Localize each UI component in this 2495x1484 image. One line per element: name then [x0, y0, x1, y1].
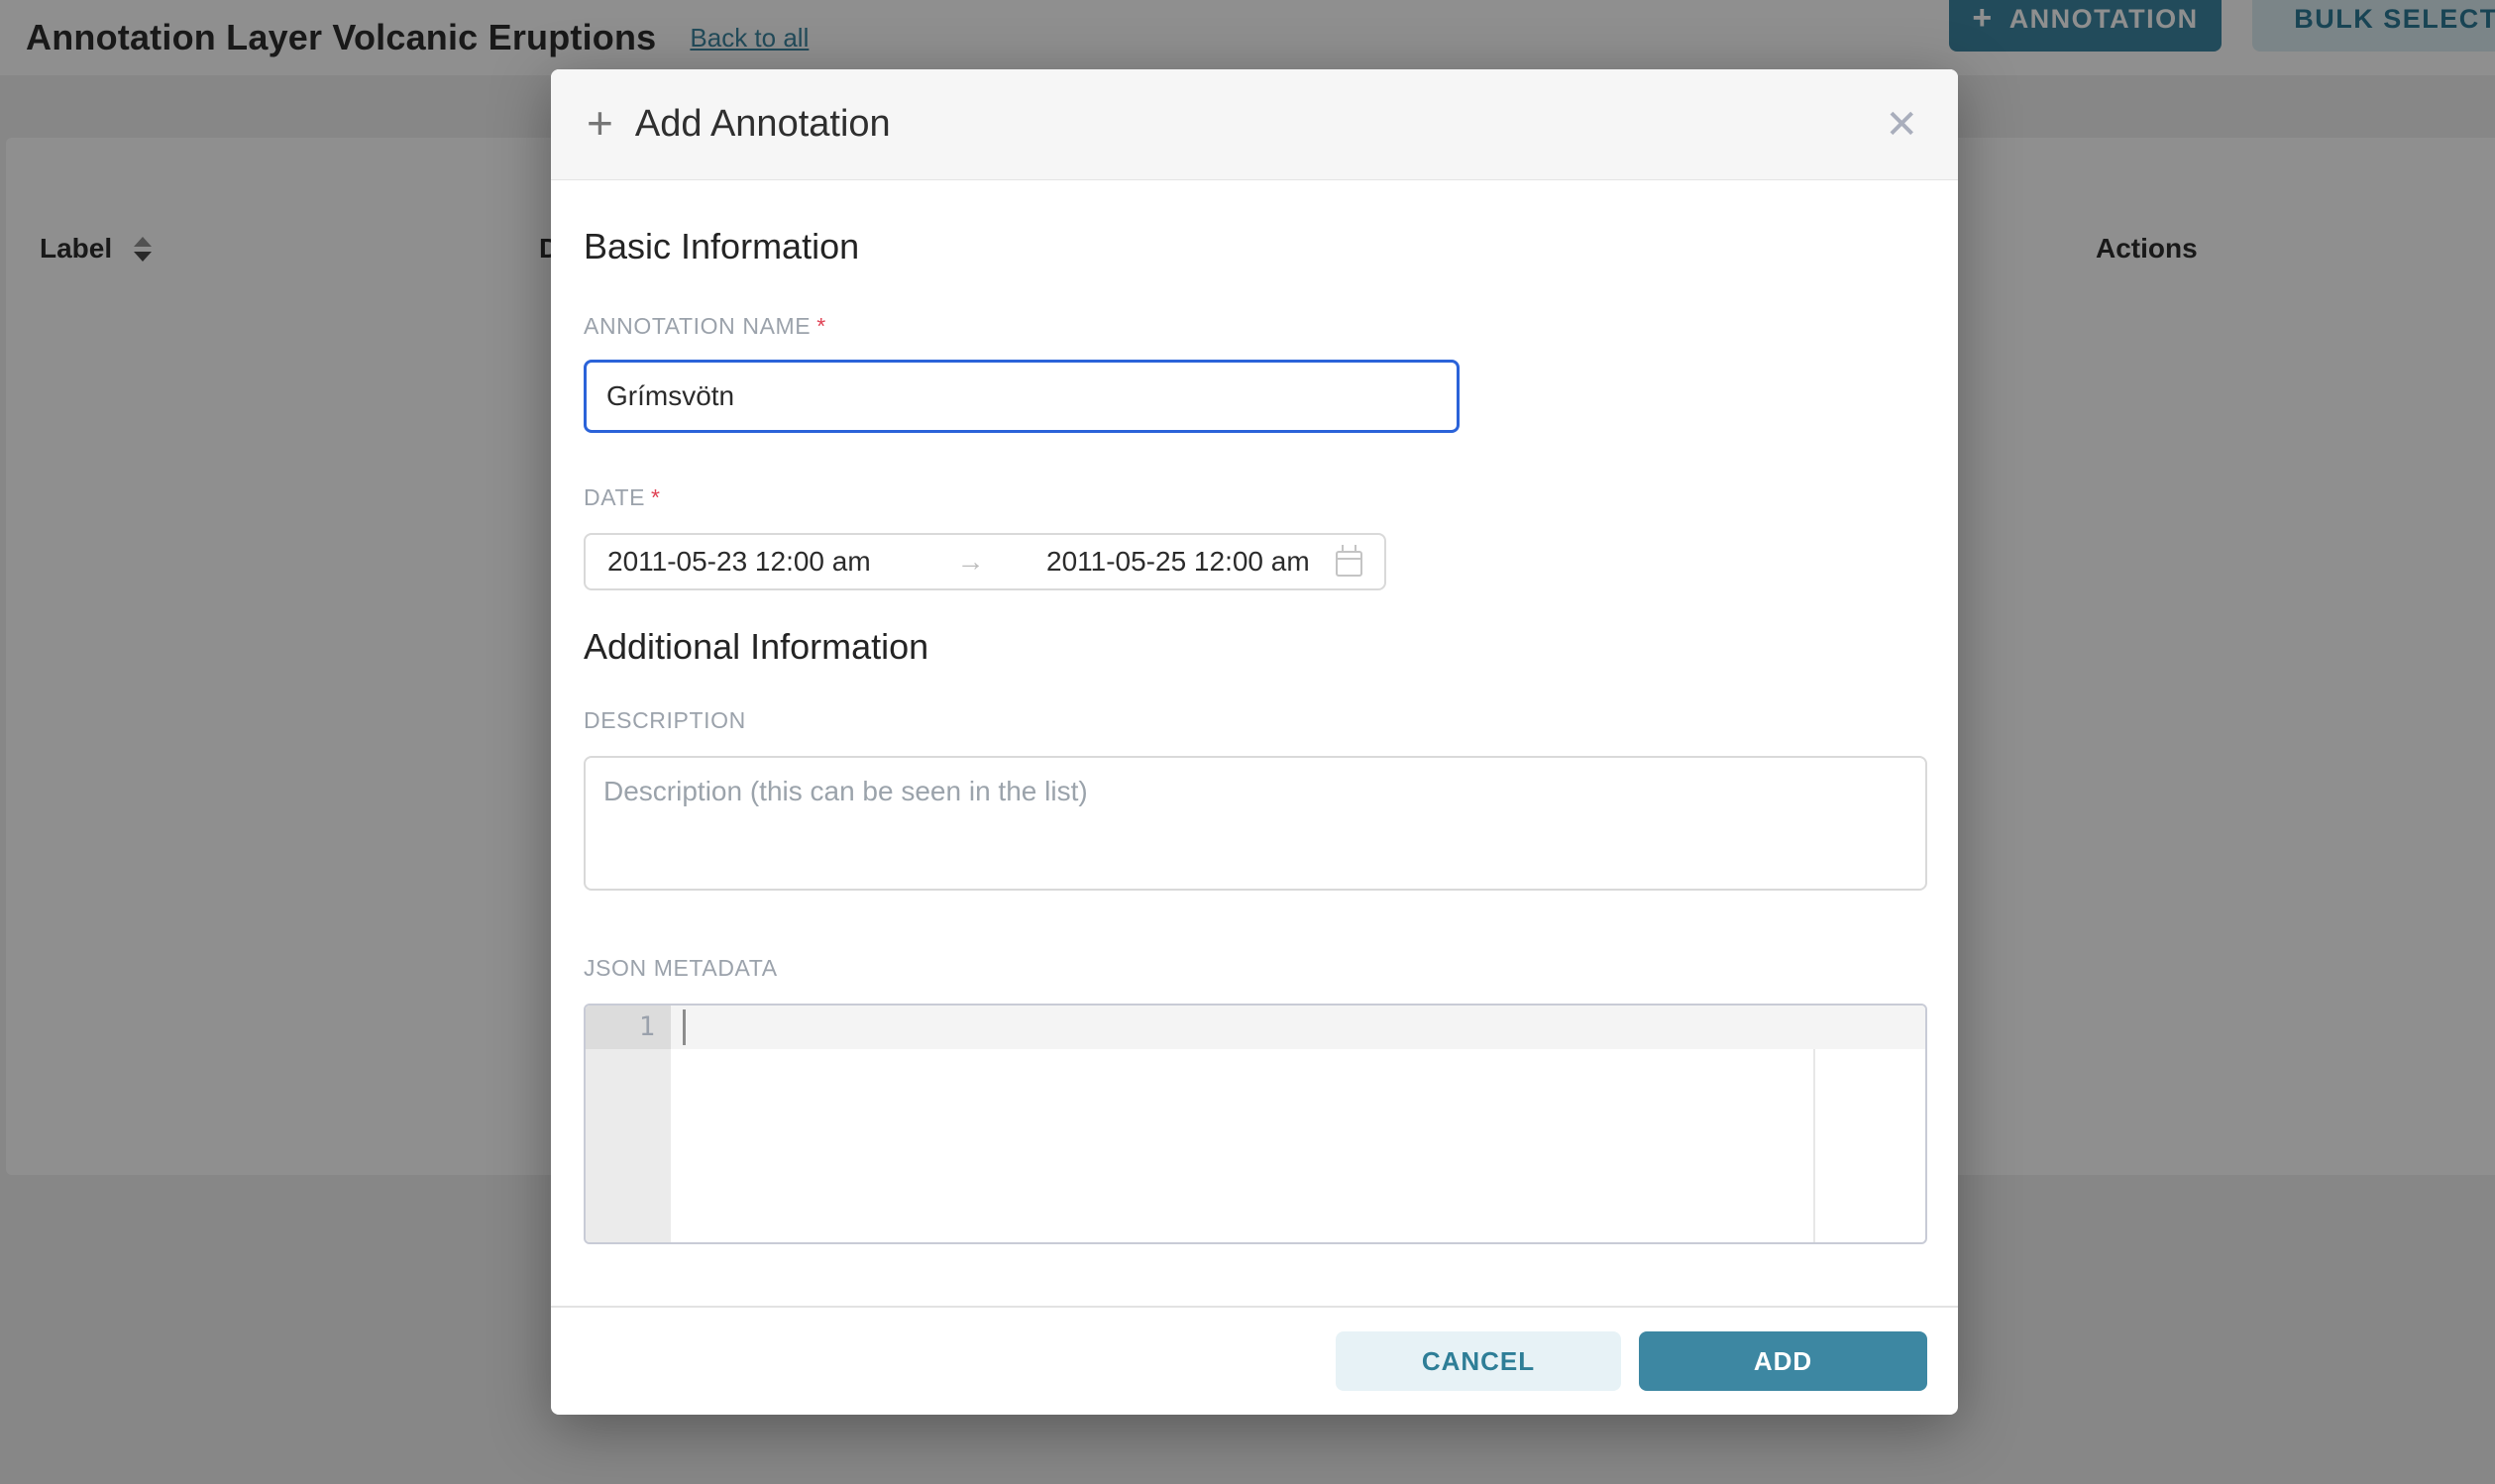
- required-marker: *: [651, 484, 661, 510]
- plus-icon: +: [587, 100, 613, 146]
- json-metadata-editor[interactable]: 1: [584, 1004, 1927, 1244]
- calendar-icon: [1336, 551, 1362, 577]
- description-textarea[interactable]: [584, 756, 1927, 891]
- date-range-picker[interactable]: 2011-05-23 12:00 am → 2011-05-25 12:00 a…: [584, 533, 1386, 590]
- add-button[interactable]: ADD: [1639, 1331, 1927, 1391]
- modal-footer: CANCEL ADD: [551, 1306, 1958, 1415]
- annotation-name-label: ANNOTATION NAME*: [584, 313, 1927, 340]
- cancel-button[interactable]: CANCEL: [1336, 1331, 1621, 1391]
- date-label: DATE*: [584, 484, 1927, 511]
- required-marker: *: [816, 313, 826, 339]
- annotation-name-input[interactable]: [584, 360, 1460, 433]
- modal-header: + Add Annotation ✕: [551, 69, 1958, 180]
- date-start-value[interactable]: 2011-05-23 12:00 am: [607, 546, 895, 578]
- json-metadata-label: JSON METADATA: [584, 955, 1927, 982]
- description-label: DESCRIPTION: [584, 707, 1927, 734]
- add-annotation-modal: + Add Annotation ✕ Basic Information ANN…: [551, 69, 1958, 1415]
- screen: Annotation Layer Volcanic Eruptions Back…: [0, 0, 2495, 1484]
- editor-cursor: [683, 1009, 686, 1045]
- section-additional-information: Additional Information: [584, 626, 1927, 668]
- editor-print-margin: [1813, 1049, 1815, 1242]
- modal-body: Basic Information ANNOTATION NAME* DATE*…: [551, 180, 1958, 1306]
- editor-line-number: 1: [586, 1006, 671, 1049]
- editor-active-line: [671, 1006, 1925, 1049]
- section-basic-information: Basic Information: [584, 226, 1927, 267]
- close-icon[interactable]: ✕: [1879, 99, 1924, 151]
- modal-title: Add Annotation: [635, 103, 891, 146]
- range-arrow-icon: →: [895, 546, 1046, 578]
- date-end-value[interactable]: 2011-05-25 12:00 am: [1046, 546, 1336, 578]
